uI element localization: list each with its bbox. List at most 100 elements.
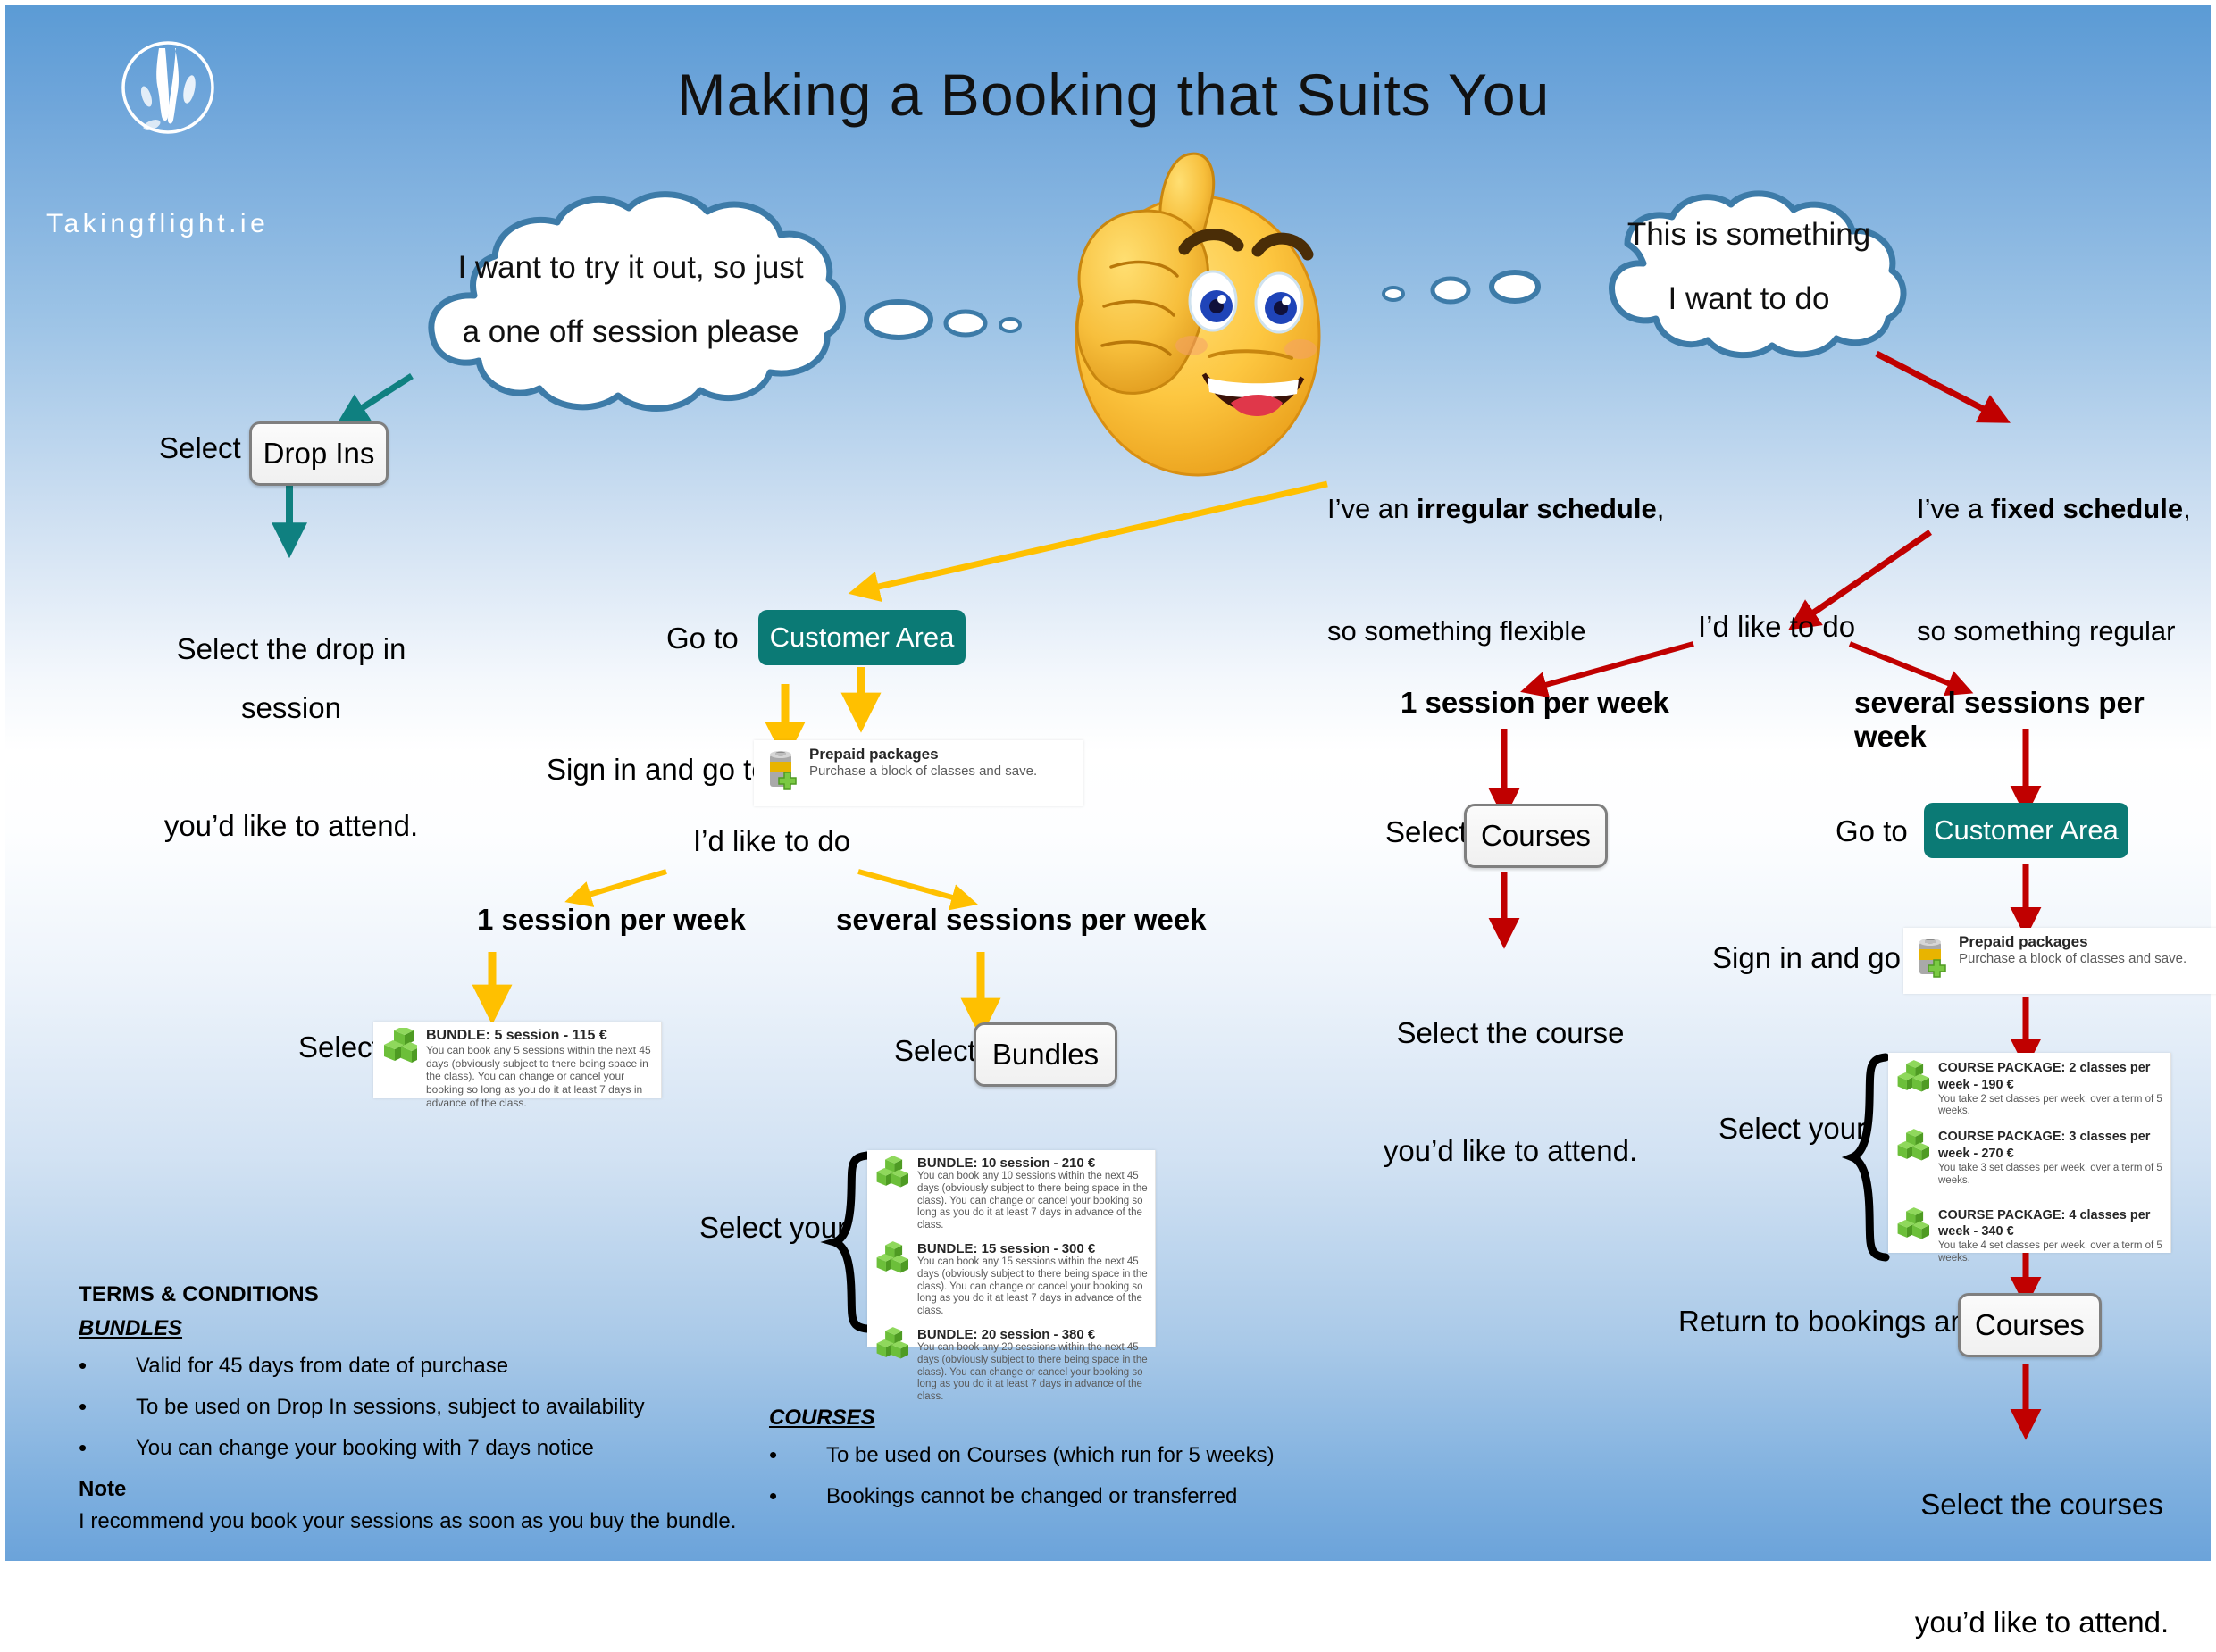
courses-button[interactable]: Courses [1464, 804, 1608, 868]
terms-courses-block: COURSES To be used on Courses (which run… [769, 1407, 1359, 1527]
dropins-result-text: Select the drop in session you’d like to… [130, 561, 452, 855]
bundle-5-session-card[interactable]: BUNDLE: 5 session - 115 € You can book a… [373, 1022, 662, 1109]
mid-idlike-label: I’d like to do [693, 824, 851, 857]
prepaid-desc-right: Purchase a block of classes and save. [1959, 951, 2187, 966]
irregular-line1-post: , [1656, 493, 1665, 525]
terms-courses-heading: COURSES [769, 1406, 875, 1430]
green-cubes-icon [1897, 1206, 1929, 1239]
bubble-right-line1: This is something [1626, 216, 1871, 252]
mid-option-1-session: 1 session per week [477, 903, 746, 936]
course-package-item[interactable]: COURSE PACKAGE: 4 classes per week - 340… [1895, 1206, 2163, 1265]
terms-courses-item: Bookings cannot be changed or transferre… [769, 1484, 1359, 1507]
infographic-canvas: Takingflight.ie Making a Booking that Su… [0, 0, 2216, 1639]
battery-plus-icon [770, 751, 797, 790]
green-cubes-icon [876, 1241, 908, 1273]
green-cubes-icon [384, 1028, 417, 1063]
course-package-title: COURSE PACKAGE: 4 classes per week - 340… [1938, 1207, 2151, 1239]
thought-bubble-right: This is something I want to do [1588, 171, 1910, 363]
green-cubes-icon [1897, 1060, 1929, 1092]
right-course-result-text: Select the course you’d like to attend. [1363, 945, 1658, 1181]
bundle-5-title: BUNDLE: 5 session - 115 € [426, 1028, 607, 1043]
course-package-list: COURSE PACKAGE: 2 classes per week - 190… [1895, 1060, 2163, 1265]
final-line2: you’d like to attend. [1914, 1606, 2170, 1639]
customer-area-button-mid[interactable]: Customer Area [758, 610, 966, 665]
brace-course-packages [1841, 1053, 1890, 1262]
course-package-title: COURSE PACKAGE: 2 classes per week - 190… [1938, 1061, 2151, 1092]
dropins-result-line2: you’d like to attend. [163, 809, 419, 842]
arrow-emoji-to-irregular [848, 480, 1328, 602]
course-package-item[interactable]: COURSE PACKAGE: 2 classes per week - 190… [1895, 1060, 2163, 1118]
customer-area-button-right[interactable]: Customer Area [1924, 803, 2128, 858]
bundle-item-title: BUNDLE: 10 session - 210 € [917, 1156, 1096, 1171]
course-package-desc: You take 3 set classes per week, over a … [1938, 1162, 2162, 1186]
final-line1: Select the courses [1920, 1488, 2163, 1521]
terms-bundles-item: To be used on Drop In sessions, subject … [79, 1395, 757, 1418]
terms-courses-list: To be used on Courses (which run for 5 w… [769, 1443, 1359, 1507]
right-final-text: Select the courses you’d like to attend. [1890, 1416, 2194, 1652]
arrow-cloud-to-fixed [1875, 350, 2011, 423]
right-signin-label: Sign in and go to [1712, 941, 1934, 974]
irregular-line2: so something flexible [1327, 614, 1586, 647]
fixed-line1-bold: fixed schedule [1990, 493, 2184, 525]
bubble-left-line2: a one off session please [462, 314, 799, 349]
dropins-result-line1: Select the drop in session [176, 632, 406, 724]
prepaid-packages-card-mid[interactable]: Prepaid packages Purchase a block of cla… [754, 740, 1083, 806]
bubble-right-line2: I want to do [1668, 280, 1830, 316]
right-goto-label: Go to [1836, 814, 1908, 847]
bundles-button[interactable]: Bundles [974, 1022, 1117, 1087]
terms-bundles-list: Valid for 45 days from date of purchase … [79, 1354, 757, 1459]
irregular-line1-pre: I’ve an [1327, 493, 1417, 525]
thought-bubble-left: I want to try it out, so just a one off … [389, 188, 872, 412]
bundle-list-item[interactable]: BUNDLE: 20 session - 380 € You can book … [874, 1327, 1148, 1404]
prepaid-title-mid: Prepaid packages [809, 746, 939, 763]
terms-bundles-block: TERMS & CONDITIONS BUNDLES Valid for 45 … [79, 1284, 757, 1532]
terms-bundles-heading: BUNDLES [79, 1316, 183, 1340]
prepaid-packages-card-right[interactable]: Prepaid packages Purchase a block of cla… [1903, 928, 2216, 994]
green-cubes-icon [876, 1156, 908, 1188]
course-packages-card[interactable]: COURSE PACKAGE: 2 classes per week - 190… [1888, 1053, 2171, 1264]
battery-plus-icon [1919, 939, 1946, 978]
bundle-list-card[interactable]: BUNDLE: 10 session - 210 € You can book … [867, 1150, 1156, 1402]
right-option-1-session: 1 session per week [1401, 686, 1669, 719]
thumbs-up-smiley-emoji [997, 135, 1354, 492]
mid-signin-label: Sign in and go to [547, 753, 768, 786]
courses-return-button[interactable]: Courses [1958, 1293, 2102, 1357]
bundle-list: BUNDLE: 10 session - 210 € You can book … [874, 1156, 1148, 1404]
mid-option-several-sessions: several sessions per week [836, 903, 1207, 936]
course-package-desc: You take 4 set classes per week, over a … [1938, 1240, 2162, 1264]
bubble-left-line1: I want to try it out, so just [457, 250, 804, 286]
bundle-item-desc: You can book any 15 sessions within the … [917, 1256, 1148, 1317]
right-idlike-label: I’d like to do [1698, 610, 1856, 643]
right-option-several-sessions: several sessions per week [1854, 686, 2145, 753]
fixed-schedule-text: I’ve a fixed schedule, so something regu… [1917, 418, 2216, 662]
course-result-line1: Select the course [1396, 1016, 1625, 1049]
green-cubes-icon [1897, 1129, 1929, 1161]
fixed-line1-pre: I’ve a [1917, 493, 1991, 525]
right-select-your-label: Select your [1718, 1112, 1867, 1145]
terms-courses-item: To be used on Courses (which run for 5 w… [769, 1443, 1359, 1466]
right-select-label: Select [1385, 815, 1468, 848]
fixed-line2: so something regular [1917, 614, 2176, 647]
arrow-fixed-to-idlike [1788, 530, 1932, 630]
terms-note-text: I recommend you book your sessions as so… [79, 1509, 737, 1533]
brand-name: Takingflight.ie [46, 209, 270, 238]
mid-select-your-label: Select your [699, 1211, 848, 1244]
drop-ins-button[interactable]: Drop Ins [249, 421, 389, 486]
terms-heading: TERMS & CONDITIONS [79, 1282, 319, 1306]
course-result-line2: you’d like to attend. [1383, 1134, 1638, 1167]
terms-note-heading: Note [79, 1477, 127, 1501]
bundle-item-title: BUNDLE: 20 session - 380 € [917, 1326, 1096, 1342]
bundle-list-item[interactable]: BUNDLE: 15 session - 300 € You can book … [874, 1241, 1148, 1318]
mid-select-label-left: Select [298, 1030, 380, 1064]
irregular-line1-bold: irregular schedule [1416, 493, 1657, 525]
prepaid-title-right: Prepaid packages [1959, 933, 2088, 950]
arrow-idlike-left-mid [564, 869, 667, 907]
bundle-item-desc: You can book any 20 sessions within the … [917, 1341, 1148, 1403]
mid-goto-label: Go to [666, 622, 739, 655]
bundle-5-desc: You can book any 5 sessions within the n… [426, 1044, 651, 1109]
bundle-list-item[interactable]: BUNDLE: 10 session - 210 € You can book … [874, 1156, 1148, 1232]
thought-dots-right [1382, 270, 1541, 305]
terms-bundles-item: You can change your booking with 7 days … [79, 1436, 757, 1459]
course-package-desc: You take 2 set classes per week, over a … [1938, 1093, 2162, 1117]
course-package-item[interactable]: COURSE PACKAGE: 3 classes per week - 270… [1895, 1129, 2163, 1187]
